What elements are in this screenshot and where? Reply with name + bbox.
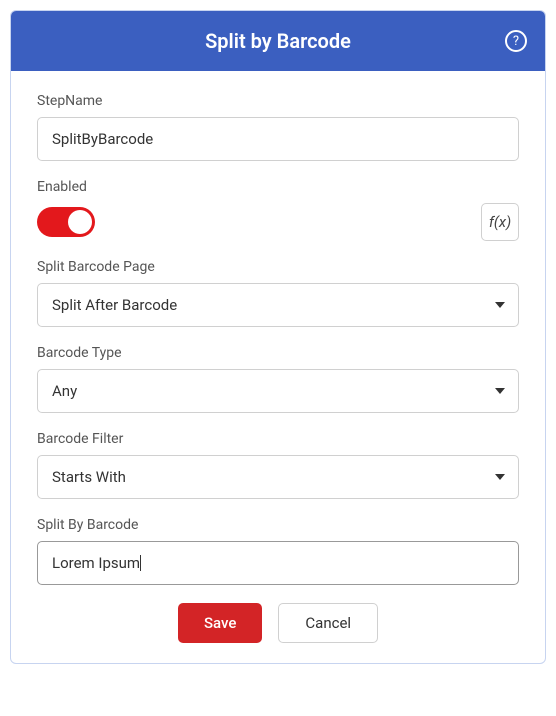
select-wrapper: Any — [37, 369, 519, 413]
panel-body: StepName Enabled f(x) Split Barcode Page… — [11, 71, 545, 663]
split-barcode-page-label: Split Barcode Page — [37, 259, 519, 275]
enabled-group: Enabled f(x) — [37, 179, 519, 241]
fx-label: f(x) — [489, 213, 511, 231]
barcode-filter-label: Barcode Filter — [37, 431, 519, 447]
barcode-filter-group: Barcode Filter Starts With — [37, 431, 519, 499]
barcode-type-group: Barcode Type Any — [37, 345, 519, 413]
save-button[interactable]: Save — [178, 603, 262, 643]
barcode-filter-select[interactable]: Starts With — [37, 455, 519, 499]
enabled-toggle[interactable] — [37, 207, 95, 237]
split-barcode-page-select[interactable]: Split After Barcode — [37, 283, 519, 327]
text-cursor — [140, 555, 141, 571]
enabled-row: f(x) — [37, 203, 519, 241]
split-by-barcode-value: Lorem Ipsum — [52, 554, 140, 572]
panel-title: Split by Barcode — [31, 29, 525, 53]
stepname-group: StepName — [37, 93, 519, 161]
split-by-barcode-label: Split By Barcode — [37, 517, 519, 533]
cancel-button[interactable]: Cancel — [278, 603, 378, 643]
select-wrapper: Starts With — [37, 455, 519, 499]
fx-button[interactable]: f(x) — [481, 203, 519, 241]
barcode-type-select[interactable]: Any — [37, 369, 519, 413]
split-by-barcode-group: Split By Barcode Lorem Ipsum — [37, 517, 519, 585]
enabled-label: Enabled — [37, 179, 519, 195]
barcode-type-label: Barcode Type — [37, 345, 519, 361]
help-icon[interactable]: ? — [505, 30, 527, 52]
select-wrapper: Split After Barcode — [37, 283, 519, 327]
button-row: Save Cancel — [37, 603, 519, 643]
toggle-knob — [68, 210, 92, 234]
split-barcode-panel: Split by Barcode ? StepName Enabled f(x)… — [10, 10, 546, 664]
panel-header: Split by Barcode ? — [11, 11, 545, 71]
split-by-barcode-input[interactable]: Lorem Ipsum — [37, 541, 519, 585]
stepname-input[interactable] — [37, 117, 519, 161]
split-barcode-page-group: Split Barcode Page Split After Barcode — [37, 259, 519, 327]
stepname-label: StepName — [37, 93, 519, 109]
